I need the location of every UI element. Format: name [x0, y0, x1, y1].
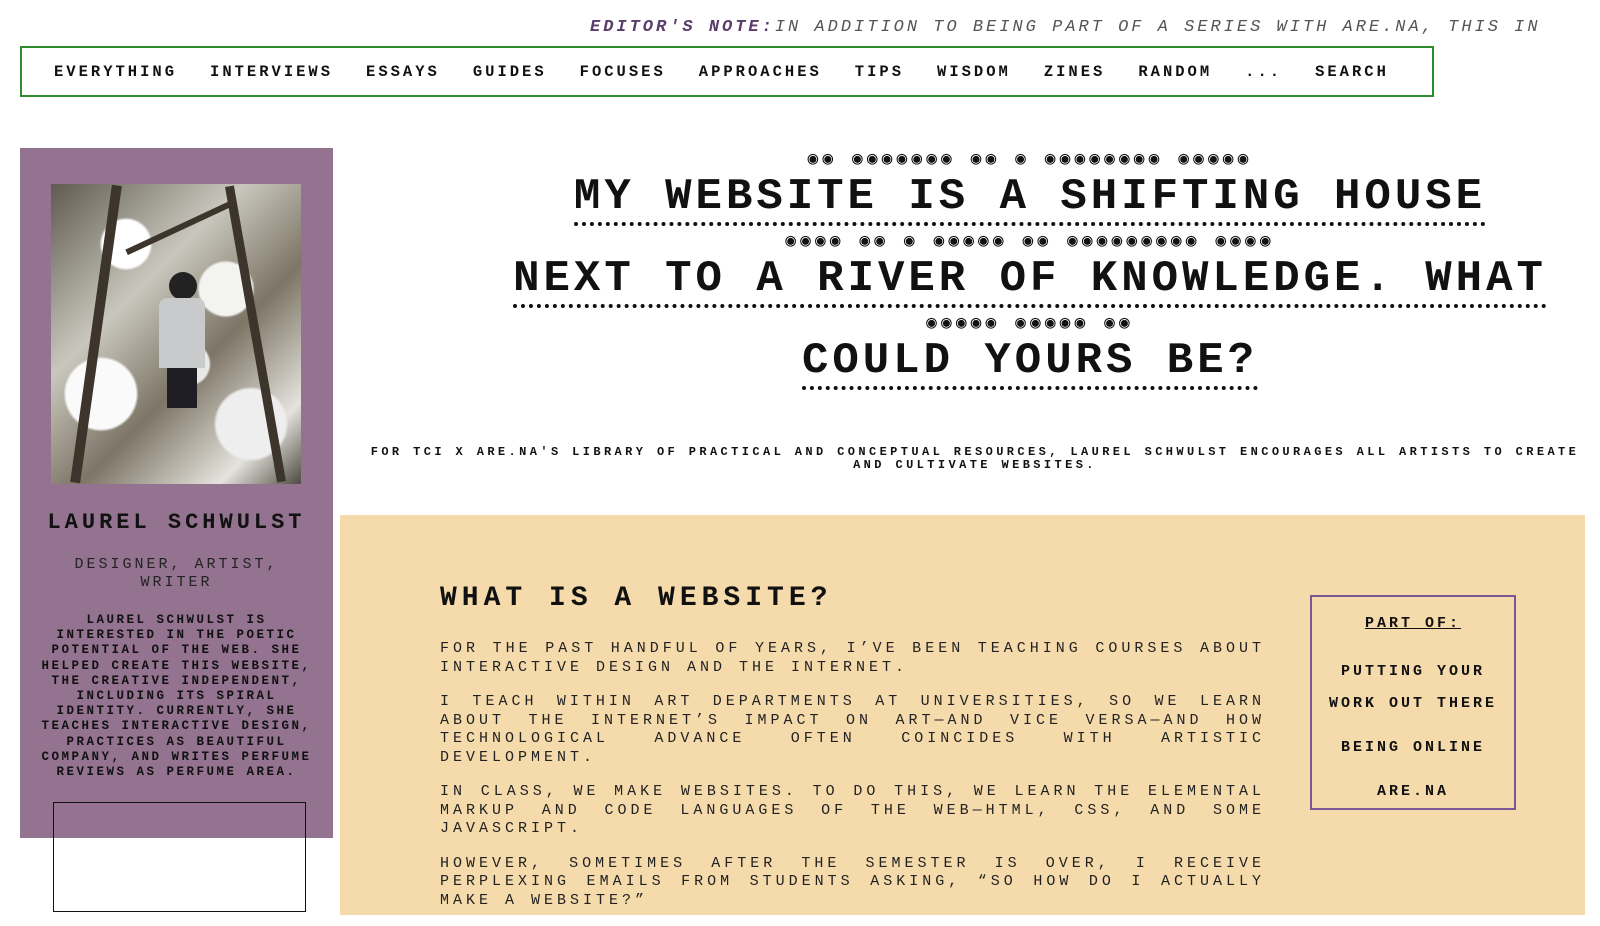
article-paragraph: I TEACH WITHIN ART DEPARTMENTS AT UNIVER… — [440, 693, 1265, 766]
nav-item-zines[interactable]: ZINES — [1044, 63, 1106, 81]
editors-note-ticker: EDITOR'S NOTE:IN ADDITION TO BEING PART … — [590, 18, 1600, 37]
nav-item-interviews[interactable]: INTERVIEWS — [210, 63, 333, 81]
page-title: ◉◉ ◉◉◉◉◉◉◉ ◉◉ ◉ ◉◉◉◉◉◉◉◉ ◉◉◉◉◉ MY WEBSIT… — [470, 150, 1590, 390]
author-sidebar: LAUREL SCHWULST DESIGNER, ARTIST, WRITER… — [20, 148, 333, 838]
part-of-title: PART OF: — [1364, 615, 1461, 632]
title-line-1: MY WEBSITE IS A SHIFTING HOUSE — [573, 172, 1487, 226]
article-paragraph: IN CLASS, WE MAKE WEBSITES. TO DO THIS, … — [440, 783, 1265, 837]
title-line-3: COULD YOURS BE? — [801, 336, 1259, 390]
page-subtitle: FOR TCI X ARE.NA'S LIBRARY OF PRACTICAL … — [370, 445, 1580, 472]
nav-item-guides[interactable]: GUIDES — [473, 63, 547, 81]
part-of-link-being-online[interactable]: BEING ONLINE — [1312, 732, 1514, 764]
main-nav: EVERYTHING INTERVIEWS ESSAYS GUIDES FOCU… — [20, 46, 1434, 97]
article-paragraph: HOWEVER, SOMETIMES AFTER THE SEMESTER IS… — [440, 854, 1265, 909]
title-dots-3: ◉◉◉◉◉ ◉◉◉◉◉ ◉◉ — [926, 314, 1134, 334]
article-paragraph: FOR THE PAST HANDFUL OF YEARS, I’VE BEEN… — [440, 640, 1265, 676]
title-dots-1: ◉◉ ◉◉◉◉◉◉◉ ◉◉ ◉ ◉◉◉◉◉◉◉◉ ◉◉◉◉◉ — [807, 150, 1253, 170]
article-heading: WHAT IS A WEBSITE? — [440, 583, 833, 614]
part-of-link-putting-work-out-there[interactable]: PUTTING YOUR WORK OUT THERE — [1312, 656, 1514, 720]
nav-item-wisdom[interactable]: WISDOM — [937, 63, 1011, 81]
title-dots-2: ◉◉◉◉ ◉◉ ◉ ◉◉◉◉◉ ◉◉ ◉◉◉◉◉◉◉◉◉ ◉◉◉◉ — [785, 232, 1275, 252]
author-role: DESIGNER, ARTIST, WRITER — [74, 556, 279, 591]
author-photo — [51, 184, 301, 484]
nav-item-essays[interactable]: ESSAYS — [366, 63, 440, 81]
author-bio: LAUREL SCHWULST IS INTERESTED IN THE POE… — [41, 613, 312, 780]
nav-item-focuses[interactable]: FOCUSES — [580, 63, 666, 81]
nav-item-random[interactable]: RANDOM — [1138, 63, 1212, 81]
nav-item-search[interactable]: SEARCH — [1315, 63, 1389, 81]
nav-item-approaches[interactable]: APPROACHES — [699, 63, 822, 81]
nav-item-everything[interactable]: EVERYTHING — [54, 63, 177, 81]
article-body: WHAT IS A WEBSITE? FOR THE PAST HANDFUL … — [440, 583, 1265, 926]
author-name: LAUREL SCHWULST — [47, 510, 306, 535]
part-of-box: PART OF: PUTTING YOUR WORK OUT THERE BEI… — [1310, 595, 1516, 810]
part-of-link-are-na[interactable]: ARE.NA — [1312, 776, 1514, 808]
nav-item-more[interactable]: ... — [1245, 63, 1282, 81]
editors-note-label: EDITOR'S NOTE: — [590, 18, 775, 37]
nav-item-tips[interactable]: TIPS — [855, 63, 904, 81]
article-section: WHAT IS A WEBSITE? FOR THE PAST HANDFUL … — [340, 515, 1585, 915]
title-line-2: NEXT TO A RIVER OF KNOWLEDGE. WHAT — [513, 254, 1547, 308]
editors-note-text: IN ADDITION TO BEING PART OF A SERIES WI… — [774, 18, 1541, 37]
sidebar-empty-box — [53, 802, 306, 912]
